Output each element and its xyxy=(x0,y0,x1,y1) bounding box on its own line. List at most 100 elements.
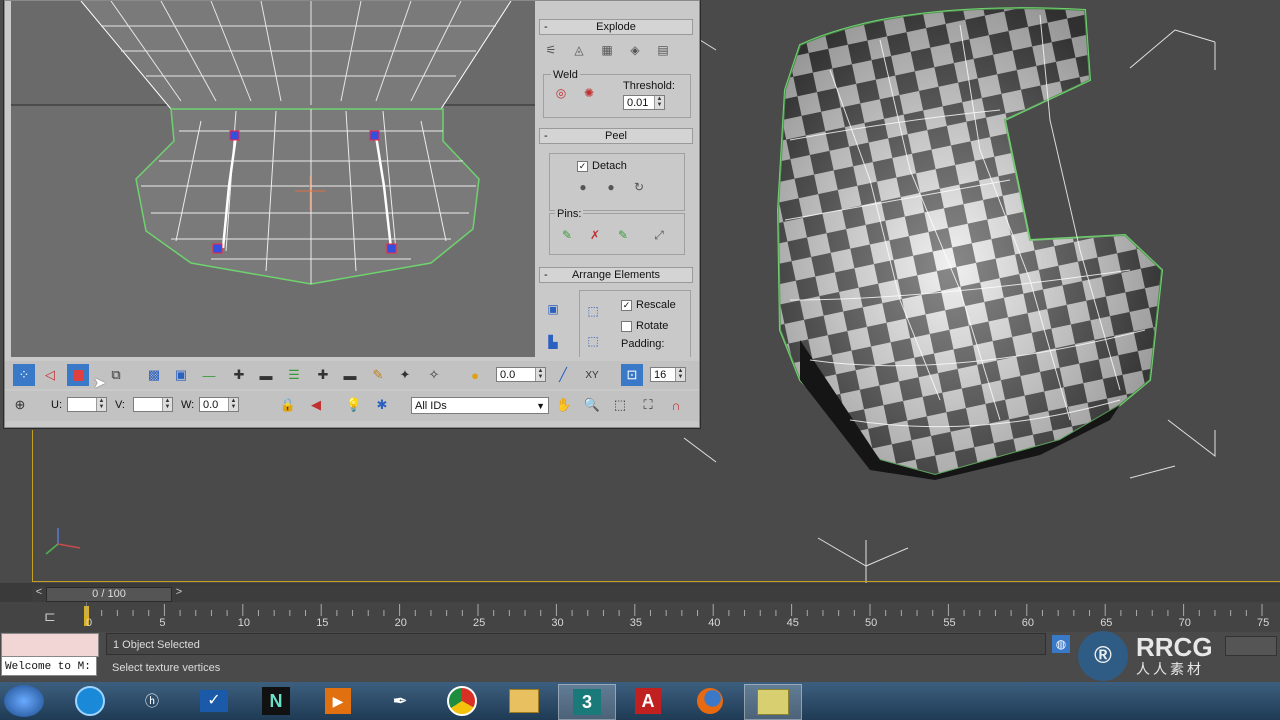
start-orb[interactable] xyxy=(4,685,44,717)
spinner-arrows-icon[interactable]: ▲ ▼ xyxy=(535,368,545,381)
isolate-selection-icon[interactable]: ◍ xyxy=(1052,635,1070,653)
v-spinner[interactable]: ▲ ▼ xyxy=(133,397,173,412)
select-by-element-icon[interactable]: ▩ xyxy=(143,364,165,386)
key-filter-icon[interactable]: ⊏ xyxy=(44,608,56,625)
weld-target-icon[interactable]: ◎ xyxy=(553,85,569,101)
brush-shrink-icon[interactable]: ✧ xyxy=(423,364,445,386)
detach-checkbox[interactable]: ✓ Detach xyxy=(577,160,627,172)
explode-faces-icon[interactable]: ◈ xyxy=(627,42,643,58)
shrink-selection-icon[interactable]: ▬ xyxy=(255,364,277,386)
arrange-rollout-header[interactable]: - Arrange Elements xyxy=(539,267,693,283)
firefox-icon[interactable] xyxy=(682,684,738,718)
prev-frame-button[interactable]: < xyxy=(32,586,46,602)
chevron-down-icon: ▼ xyxy=(536,401,545,411)
checkmark-app-icon[interactable]: ✓ xyxy=(186,684,242,718)
falloff-linear-icon[interactable]: ╱ xyxy=(552,364,574,386)
maxscript-listener-input[interactable]: Welcome to M: xyxy=(1,656,97,676)
freeze-icon[interactable]: ✱ xyxy=(371,394,393,416)
hide-icon[interactable]: 💡 xyxy=(343,394,365,416)
explode-polys-icon[interactable]: ▤ xyxy=(655,42,671,58)
w-spinner[interactable]: 0.0 ▲ ▼ xyxy=(199,397,239,412)
lock-icon[interactable]: 🔒 xyxy=(277,394,299,416)
inkscape-icon[interactable]: ✒ xyxy=(372,684,428,718)
autodesk-a-icon[interactable]: A xyxy=(620,684,676,718)
material-id-filter[interactable]: All IDs ▼ xyxy=(411,397,549,414)
next-frame-button[interactable]: > xyxy=(172,586,186,602)
absolute-offset-icon[interactable]: ⊕ xyxy=(9,394,31,416)
peel-rollout-header[interactable]: - Peel xyxy=(539,128,693,144)
pin-add-icon[interactable]: ✎ xyxy=(559,227,575,243)
peel-reset-icon[interactable]: ↻ xyxy=(631,179,647,195)
pin-remove-icon[interactable]: ✗ xyxy=(587,227,603,243)
time-slider[interactable]: < 0 / 100 > xyxy=(32,586,1280,602)
grow-loop-icon[interactable]: ✚ xyxy=(312,364,334,386)
edit-uvws-window: - Explode ⚟ ◬ ▦ ◈ ▤ Weld ◎ ✺ Threshold: … xyxy=(4,0,700,428)
snap-toggle-icon[interactable]: ∩ xyxy=(665,394,687,416)
rotate-checkbox[interactable]: Rotate xyxy=(621,320,668,332)
maxscript-listener-top[interactable] xyxy=(1,633,99,657)
windows-taskbar: ⓗ ✓ N ▶ ✒ 3 A xyxy=(0,682,1280,720)
3dsmax-icon[interactable]: 3 xyxy=(558,684,616,720)
select-overlap-icon[interactable]: ▣ xyxy=(170,364,192,386)
pack-custom-icon[interactable]: ⬚ xyxy=(585,303,601,319)
rescale-checkbox[interactable]: ✓ Rescale xyxy=(621,299,676,311)
pin-select-icon[interactable]: ⤢ xyxy=(651,227,667,243)
pack-normalize-icon[interactable]: ▣ xyxy=(545,301,561,317)
brush-grow-icon[interactable]: ✦ xyxy=(394,364,416,386)
shrink-loop-icon[interactable]: ▬ xyxy=(339,364,361,386)
file-explorer-icon[interactable] xyxy=(496,684,552,718)
poly-mode-icon[interactable] xyxy=(67,364,89,386)
peel-lscm-icon[interactable]: ● xyxy=(603,179,619,195)
falloff-space-xy[interactable]: XY xyxy=(581,364,603,386)
soft-select-icon[interactable]: ● xyxy=(464,364,486,386)
media-center-icon[interactable] xyxy=(62,684,118,718)
explode-rollout-header[interactable]: - Explode xyxy=(539,19,693,35)
peel-quick-icon[interactable]: ● xyxy=(575,179,591,195)
flatten-icon[interactable]: ▦ xyxy=(599,42,615,58)
edge-mode-icon[interactable]: ◁ xyxy=(39,364,61,386)
media-player-icon[interactable]: ▶ xyxy=(310,684,366,718)
zoom-extents-icon[interactable]: ⛶ xyxy=(637,394,659,416)
snap-grid-icon[interactable]: ⊡ xyxy=(621,364,643,386)
spinner-arrows-icon[interactable]: ▲ ▼ xyxy=(96,398,106,411)
grid-spinner[interactable]: 16 ▲ ▼ xyxy=(650,367,686,382)
zoom-region-icon[interactable]: ⬚ xyxy=(609,394,631,416)
pan-icon[interactable]: ✋ xyxy=(553,394,575,416)
element-mode-icon[interactable]: ⧉ xyxy=(105,364,127,386)
spinner-arrows-icon[interactable]: ▲ ▼ xyxy=(654,96,664,109)
tick-label: 15 xyxy=(316,617,329,629)
tick-label: 30 xyxy=(551,617,564,629)
vertex-mode-icon[interactable]: ⁘ xyxy=(13,364,35,386)
break-icon[interactable]: ⚟ xyxy=(543,42,559,58)
peel-title: Peel xyxy=(604,130,628,142)
spinner-arrows-icon[interactable]: ▲ ▼ xyxy=(675,368,685,381)
pack-together-icon[interactable]: ▙ xyxy=(545,334,561,350)
spinner-arrows-icon[interactable]: ▲ ▼ xyxy=(228,398,238,411)
n-app-icon[interactable]: N xyxy=(248,684,304,718)
grow-selection-icon[interactable]: ✚ xyxy=(228,364,250,386)
zoom-icon[interactable]: 🔍 xyxy=(581,394,603,416)
spinner-arrows-icon[interactable]: ▲ ▼ xyxy=(162,398,172,411)
uv-mesh xyxy=(11,1,535,285)
frame-indicator[interactable]: 0 / 100 xyxy=(46,587,172,602)
notes-icon[interactable] xyxy=(744,684,802,720)
pin-auto-icon[interactable]: ✎ xyxy=(615,227,631,243)
paint-select-icon[interactable]: ✎ xyxy=(367,364,389,386)
collapse-icon: - xyxy=(544,21,548,33)
show-map-icon[interactable]: ◀ xyxy=(305,394,327,416)
weld-label: Weld xyxy=(551,69,580,81)
hp-icon[interactable]: ⓗ xyxy=(124,684,180,718)
tick-label: 45 xyxy=(786,617,799,629)
uv-canvas[interactable] xyxy=(11,1,535,357)
u-spinner[interactable]: ▲ ▼ xyxy=(67,397,107,412)
ring-select-icon[interactable]: — xyxy=(198,364,220,386)
pack-grid-icon[interactable]: ⬚ xyxy=(585,333,601,349)
loop-select-icon[interactable]: ☰ xyxy=(283,364,305,386)
v-label: V: xyxy=(115,399,125,411)
grid-value: 16 xyxy=(654,369,667,381)
detach-edge-icon[interactable]: ◬ xyxy=(571,42,587,58)
chrome-icon[interactable] xyxy=(434,684,490,718)
falloff-spinner[interactable]: 0.0 ▲ ▼ xyxy=(496,367,546,382)
threshold-spinner[interactable]: 0.01 ▲ ▼ xyxy=(623,95,665,110)
weld-selected-icon[interactable]: ✺ xyxy=(581,85,597,101)
